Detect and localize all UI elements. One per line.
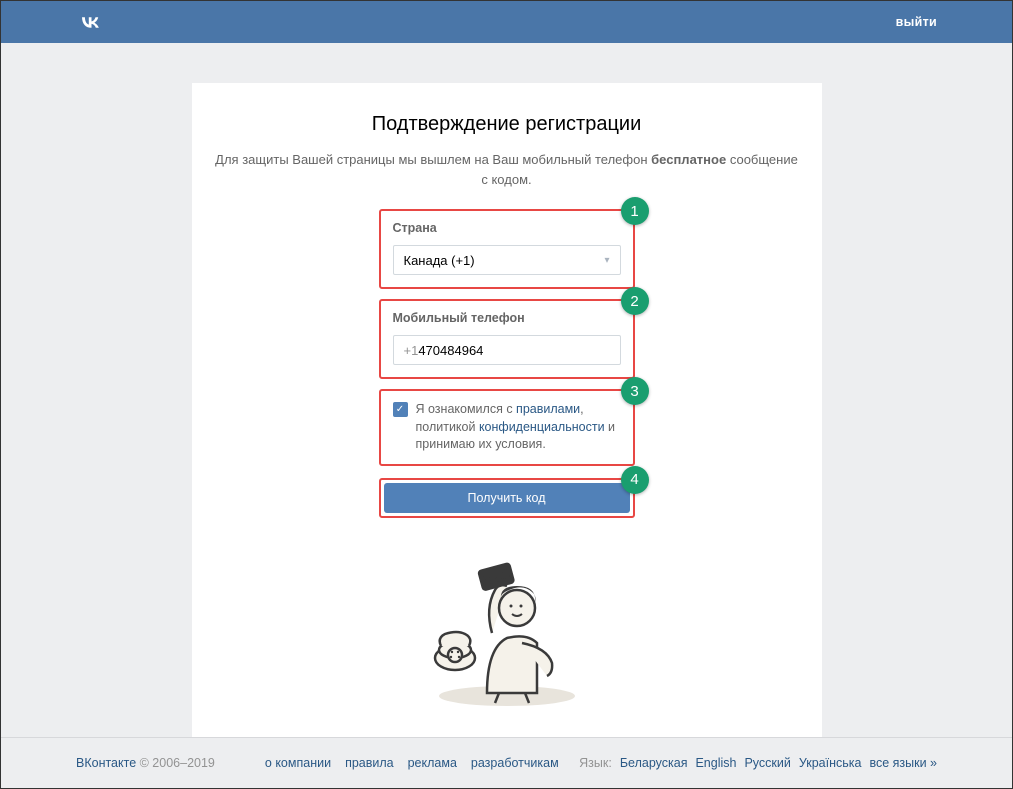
- logout-link[interactable]: выйти: [896, 15, 937, 29]
- registration-panel: Подтверждение регистрации Для защиты Ваш…: [192, 83, 822, 738]
- footer: ВКонтакте © 2006–2019 о компании правила…: [1, 737, 1012, 788]
- vk-logo[interactable]: [76, 12, 104, 33]
- annotation-badge-2: 2: [621, 287, 649, 315]
- lang-ukrainian[interactable]: Українська: [799, 756, 862, 770]
- language-label: Язык:: [579, 756, 612, 770]
- country-value: Канада (+1): [404, 253, 475, 268]
- privacy-link[interactable]: конфиденциальности: [479, 420, 605, 434]
- get-code-button[interactable]: Получить код: [384, 483, 630, 513]
- lang-english[interactable]: English: [695, 756, 736, 770]
- header-bar: выйти: [1, 1, 1012, 43]
- illustration: 1234: [417, 548, 597, 708]
- lang-belarusian[interactable]: Беларуская: [620, 756, 688, 770]
- terms-text: Я ознакомился с правилами, политикой кон…: [416, 401, 621, 454]
- lang-all[interactable]: все языки »: [869, 756, 937, 770]
- annotation-badge-4: 4: [621, 466, 649, 494]
- footer-rules-link[interactable]: правила: [345, 756, 394, 770]
- terms-checkbox[interactable]: ✓: [393, 402, 408, 417]
- footer-brand: ВКонтакте © 2006–2019: [76, 756, 215, 770]
- annotation-badge-1: 1: [621, 197, 649, 225]
- phone-label: Мобильный телефон: [393, 311, 621, 325]
- page-subtitle: Для защиты Вашей страницы мы вышлем на В…: [212, 150, 802, 189]
- annotation-badge-3: 3: [621, 377, 649, 405]
- footer-languages: Язык: Беларуская English Русский Українс…: [579, 756, 937, 770]
- country-field-group: 1 Страна Канада (+1) ▾: [379, 209, 635, 289]
- terms-checkbox-group: 3 ✓ Я ознакомился с правилами, политикой…: [379, 389, 635, 466]
- phone-value: 470484964: [418, 343, 483, 358]
- footer-links: о компании правила реклама разработчикам: [265, 756, 579, 770]
- chevron-down-icon: ▾: [604, 255, 609, 266]
- checkmark-icon: ✓: [396, 405, 404, 415]
- phone-input[interactable]: +1470484964: [393, 335, 621, 365]
- form: 1 Страна Канада (+1) ▾ 2 Мобильный телеф…: [379, 209, 635, 518]
- phone-field-group: 2 Мобильный телефон +1470484964: [379, 299, 635, 379]
- footer-dev-link[interactable]: разработчикам: [471, 756, 559, 770]
- footer-about-link[interactable]: о компании: [265, 756, 331, 770]
- footer-ads-link[interactable]: реклама: [408, 756, 457, 770]
- country-select[interactable]: Канада (+1) ▾: [393, 245, 621, 275]
- country-label: Страна: [393, 221, 621, 235]
- page-title: Подтверждение регистрации: [212, 113, 802, 136]
- phone-prefix: +1: [404, 343, 419, 358]
- footer-brand-link[interactable]: ВКонтакте: [76, 756, 136, 770]
- rules-link[interactable]: правилами: [516, 402, 580, 416]
- lang-russian[interactable]: Русский: [744, 756, 790, 770]
- content-area: Подтверждение регистрации Для защиты Ваш…: [1, 43, 1012, 778]
- submit-wrap: 4 Получить код: [379, 478, 635, 518]
